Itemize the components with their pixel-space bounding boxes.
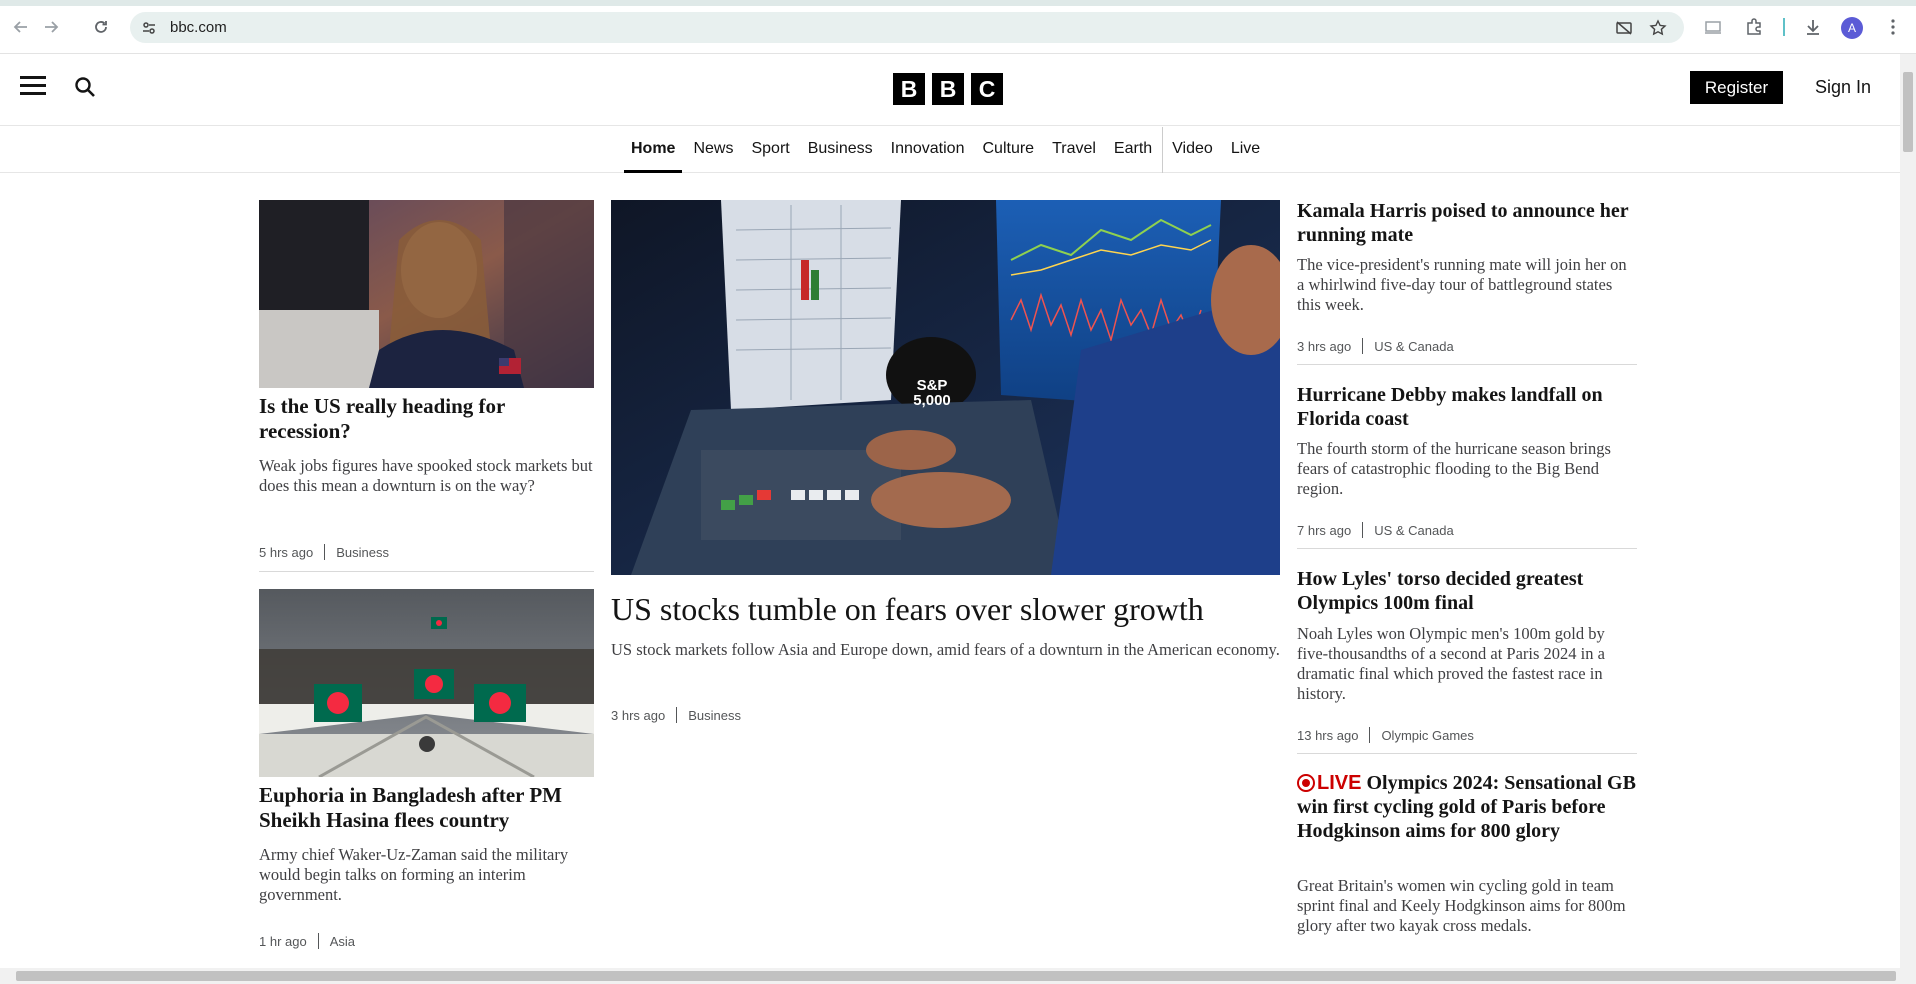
browser-toolbar: bbc.com A <box>0 0 1916 54</box>
story-headline[interactable]: How Lyles' torso decided greatest Olympi… <box>1297 567 1637 615</box>
live-indicator-icon <box>1297 774 1315 792</box>
scrollbar-thumb[interactable] <box>16 971 1896 981</box>
story-divider <box>259 571 594 572</box>
story-headline[interactable]: Kamala Harris poised to announce her run… <box>1297 199 1637 247</box>
forward-icon[interactable] <box>38 14 64 40</box>
horizontal-scrollbar[interactable] <box>0 968 1916 984</box>
story-meta: 13 hrs ago Olympic Games <box>1297 727 1474 743</box>
story-summary: The vice-president's running mate will j… <box>1297 255 1627 314</box>
story-image-trader[interactable] <box>259 200 594 388</box>
story-summary: Great Britain's women win cycling gold i… <box>1297 876 1626 935</box>
tab-strip <box>0 0 1916 6</box>
story-summary: Army chief Waker-Uz-Zaman said the milit… <box>259 845 569 904</box>
story-headline[interactable]: Euphoria in Bangladesh after PM Sheikh H… <box>259 783 594 833</box>
story-section-link[interactable]: Asia <box>330 934 355 949</box>
nav-item-home[interactable]: Home <box>622 127 684 173</box>
bbc-logo[interactable]: B B C <box>893 73 1003 105</box>
toolbar-divider <box>1783 18 1785 36</box>
story-section-link[interactable]: Olympic Games <box>1381 728 1473 743</box>
download-icon[interactable] <box>1802 16 1824 38</box>
back-icon[interactable] <box>8 14 34 40</box>
story-summary: The fourth storm of the hurricane season… <box>1297 439 1611 498</box>
logo-block: C <box>971 73 1003 105</box>
live-story-headline[interactable]: LIVE Olympics 2024: Sensational GB win f… <box>1297 771 1637 843</box>
story-section-link[interactable]: US & Canada <box>1374 523 1454 538</box>
search-icon[interactable] <box>74 76 98 100</box>
nav-item-culture[interactable]: Culture <box>973 127 1043 173</box>
lead-story-headline[interactable]: US stocks tumble on fears over slower gr… <box>611 590 1280 628</box>
story-timestamp: 3 hrs ago <box>1297 338 1352 354</box>
nav-item-business[interactable]: Business <box>799 127 882 173</box>
nav-item-sport[interactable]: Sport <box>742 127 798 173</box>
story-summary: Weak jobs figures have spooked stock mar… <box>259 456 593 495</box>
site-info-icon[interactable] <box>139 18 159 38</box>
scrollbar-thumb[interactable] <box>1903 72 1913 152</box>
address-bar[interactable]: bbc.com <box>130 12 1684 43</box>
kebab-menu-icon[interactable] <box>1882 16 1904 38</box>
story-meta: 1 hr ago Asia <box>259 933 355 949</box>
lead-story-image[interactable]: S&P 5,000 <box>611 200 1280 575</box>
extensions-icon[interactable] <box>1743 16 1765 38</box>
story-timestamp: 1 hr ago <box>259 933 307 949</box>
story-section-link[interactable]: Business <box>336 545 389 560</box>
cast-icon[interactable] <box>1702 16 1724 38</box>
story-section-link[interactable]: Business <box>688 708 741 723</box>
nav-item-travel[interactable]: Travel <box>1043 127 1105 173</box>
vertical-scrollbar[interactable] <box>1900 54 1916 968</box>
reload-icon[interactable] <box>88 14 114 40</box>
story-timestamp: 3 hrs ago <box>611 707 666 723</box>
story-summary: Noah Lyles won Olympic men's 100m gold b… <box>1297 624 1605 703</box>
lead-story-summary: US stock markets follow Asia and Europe … <box>611 640 1280 659</box>
nav-item-earth[interactable]: Earth <box>1105 127 1161 173</box>
nav-item-innovation[interactable]: Innovation <box>882 127 974 173</box>
story-divider <box>1297 364 1637 365</box>
bookmark-star-icon[interactable] <box>1648 18 1668 38</box>
lead-image-cap-text: S&P 5,000 <box>913 377 951 409</box>
story-divider <box>1297 548 1637 549</box>
story-section-link[interactable]: US & Canada <box>1374 339 1454 354</box>
hamburger-menu-icon[interactable] <box>20 76 46 98</box>
live-badge: LIVE <box>1317 772 1362 794</box>
register-button[interactable]: Register <box>1690 71 1783 104</box>
story-image-bangladesh[interactable] <box>259 589 594 777</box>
profile-avatar[interactable]: A <box>1841 17 1863 39</box>
story-headline[interactable]: Hurricane Debby makes landfall on Florid… <box>1297 383 1637 431</box>
story-meta: 5 hrs ago Business <box>259 544 389 560</box>
eye-off-icon[interactable] <box>1614 18 1634 38</box>
nav-item-live[interactable]: Live <box>1222 127 1269 173</box>
story-divider <box>1297 753 1637 754</box>
story-timestamp: 7 hrs ago <box>1297 522 1352 538</box>
logo-block: B <box>932 73 964 105</box>
story-meta: 3 hrs ago Business <box>611 707 741 723</box>
story-timestamp: 5 hrs ago <box>259 544 314 560</box>
nav-item-news[interactable]: News <box>684 127 742 173</box>
logo-block: B <box>893 73 925 105</box>
story-meta: 3 hrs ago US & Canada <box>1297 338 1454 354</box>
story-headline[interactable]: Is the US really heading for recession? <box>259 394 594 444</box>
story-meta: 7 hrs ago US & Canada <box>1297 522 1454 538</box>
sign-in-link[interactable]: Sign In <box>1815 77 1871 98</box>
main-nav: Home News Sport Business Innovation Cult… <box>0 127 1900 173</box>
story-timestamp: 13 hrs ago <box>1297 727 1359 743</box>
site-header: B B C Register Sign In <box>0 54 1900 126</box>
nav-item-video[interactable]: Video <box>1162 127 1222 173</box>
url-text[interactable]: bbc.com <box>170 19 227 36</box>
